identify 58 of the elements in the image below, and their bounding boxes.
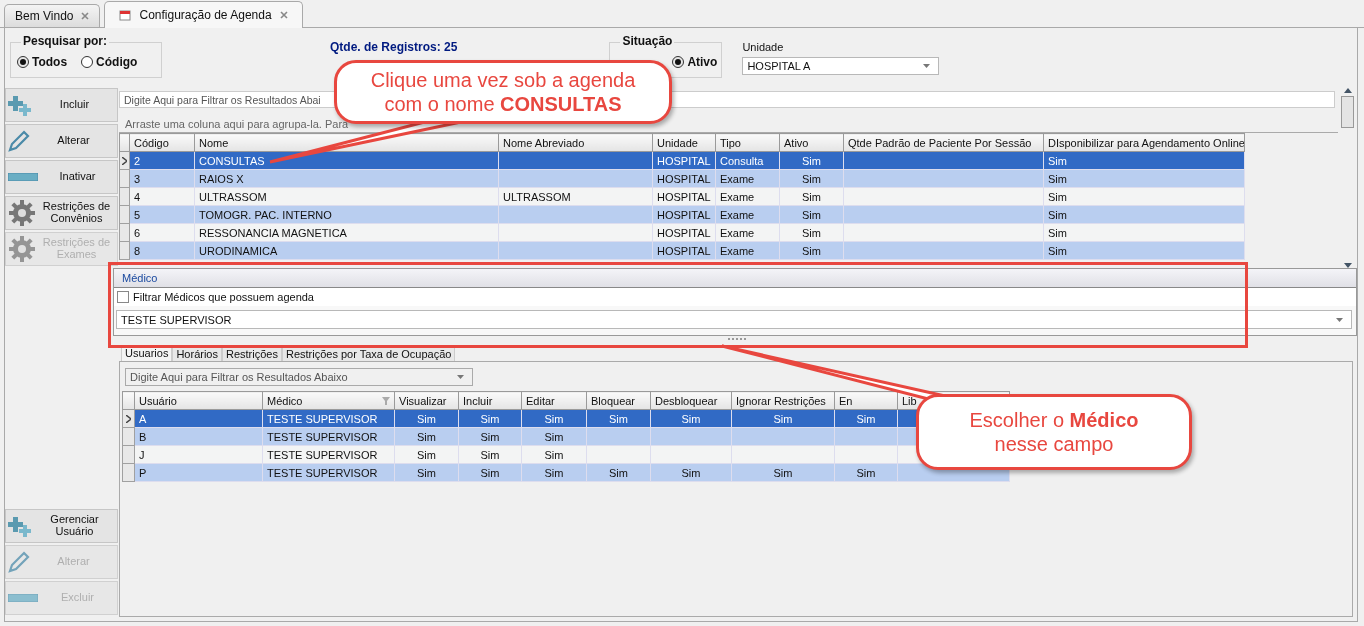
radio-button[interactable]: Todos <box>17 55 68 69</box>
column-header[interactable]: Incluir <box>458 391 522 410</box>
column-header[interactable]: Usuário <box>134 391 263 410</box>
panel-title: Médico <box>122 272 158 284</box>
column-header[interactable]: Médico <box>262 391 395 410</box>
pencil-icon <box>8 551 30 573</box>
plus-icon <box>8 515 32 537</box>
column-header[interactable]: Bloquear <box>586 391 651 410</box>
action-button[interactable]: Alterar <box>5 124 118 158</box>
column-header[interactable]: Visualizar <box>394 391 459 410</box>
close-icon[interactable] <box>279 11 288 19</box>
plus-icon <box>8 94 32 116</box>
close-icon[interactable] <box>81 12 90 20</box>
column-header[interactable]: Qtde Padrão de Paciente Por Sessão <box>843 133 1044 152</box>
row-pointer-icon <box>122 156 127 165</box>
row-pointer-icon <box>126 414 131 423</box>
gear-icon <box>8 199 36 227</box>
doctor-dropdown[interactable]: TESTE SUPERVISOR <box>116 310 1352 329</box>
filter-dropdown[interactable]: Digite Aqui para Filtrar os Resultados Abaixo <box>125 368 473 386</box>
action-button[interactable]: Incluir <box>5 88 118 122</box>
action-button[interactable]: Gerenciar Usuário <box>5 509 118 543</box>
filter-checkbox[interactable]: Filtrar Médicos que possuem agenda <box>114 288 1356 306</box>
column-header[interactable]: Tipo <box>715 133 780 152</box>
grip-icon[interactable] <box>728 338 748 341</box>
column-header[interactable]: Unidade <box>652 133 716 152</box>
funnel-icon <box>382 396 390 405</box>
record-count: Qtde. de Registros: 25 <box>330 40 458 54</box>
document-tab[interactable]: Configuração de Agenda <box>104 1 303 28</box>
pencil-icon <box>8 130 30 152</box>
group-hint: Arraste uma coluna aqui para agrupa-la. Para <box>125 118 349 130</box>
callout-tooltip: Escolher o Médico nesse campo <box>916 394 1192 470</box>
up-arrow-icon[interactable] <box>1343 88 1352 93</box>
unit-dropdown[interactable]: HOSPITAL A <box>742 57 940 75</box>
group-title: Situação <box>620 34 675 48</box>
row-selector[interactable] <box>119 151 130 170</box>
caret-icon <box>923 64 931 68</box>
down-arrow-icon[interactable] <box>1343 263 1352 268</box>
radio-button[interactable]: Código <box>81 55 138 69</box>
document-tab[interactable]: Bem Vindo <box>4 4 101 27</box>
action-button[interactable]: Restrições de Convênios <box>5 196 118 230</box>
minus-icon <box>8 594 38 602</box>
column-header[interactable]: Desbloquear <box>650 391 732 410</box>
field-label: Unidade <box>742 41 785 53</box>
action-button[interactable]: Inativar <box>5 160 118 194</box>
caret-icon <box>1336 317 1343 322</box>
calendar-icon <box>119 9 132 21</box>
scrollbar-thumb[interactable] <box>1341 96 1354 128</box>
caret-icon <box>457 375 464 379</box>
radio-button[interactable]: Ativo <box>672 55 718 69</box>
column-header[interactable]: Editar <box>521 391 587 410</box>
column-header[interactable]: Nome Abreviado <box>498 133 653 152</box>
gear-icon <box>8 235 36 263</box>
column-header[interactable]: Código <box>129 133 195 152</box>
minus-icon <box>8 173 38 181</box>
group-title: Pesquisar por: <box>21 34 110 48</box>
column-header[interactable]: Ativo <box>779 133 844 152</box>
column-header[interactable]: En <box>834 391 898 410</box>
column-header[interactable]: Ignorar Restrições <box>731 391 835 410</box>
